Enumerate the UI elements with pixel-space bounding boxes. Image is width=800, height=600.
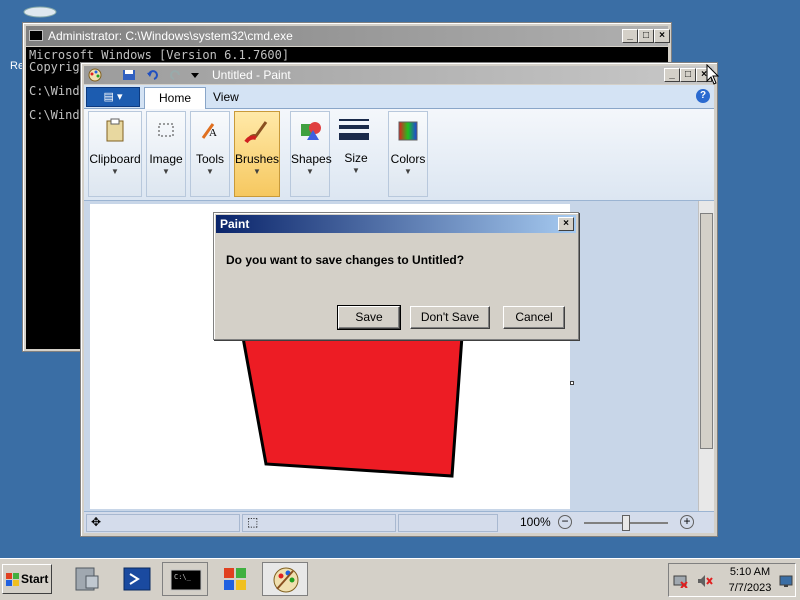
brush-icon [244,121,268,144]
scrollbar-thumb[interactable] [700,213,713,449]
selection-size-icon: ⬚ [242,514,396,532]
zoom-slider-thumb[interactable] [622,515,630,531]
ribbon: Clipboard ▼ Image ▼ A Tools ▼ Brushes ▼ … [84,109,714,201]
colors-label: Colors [390,152,426,166]
shapes-group[interactable]: Shapes ▼ [290,111,332,197]
system-tray: 5:10 AM 7/7/2023 [668,563,796,597]
clipboard-label: Clipboard [89,152,141,166]
zoom-in-button[interactable]: + [680,515,694,529]
paint-titlebar[interactable]: Untitled - Paint _ □ × [84,66,714,84]
powershell-icon[interactable] [114,562,160,596]
size-label: Size [344,151,368,165]
mouse-cursor-icon [706,64,720,85]
clipboard-icon [106,118,124,142]
cmd-title: Administrator: C:\Windows\system32\cmd.e… [48,29,293,43]
chevron-down-icon: ▼ [162,167,170,176]
paint-app-icon [88,68,102,82]
save-changes-dialog[interactable]: Paint × Do you want to save changes to U… [213,212,579,340]
cmd-titlebar[interactable]: Administrator: C:\Windows\system32\cmd.e… [26,26,670,46]
volume-muted-icon[interactable] [697,574,713,588]
colors-icon [398,121,418,141]
taskbar: Start C:\_ 5:10 AM 7/7/2023 [0,558,800,600]
maximize-button[interactable]: □ [680,68,696,82]
clock-time[interactable]: 5:10 AM [725,566,775,578]
paint-menu-button[interactable]: ▤ ▾ [86,87,140,107]
cursor-position-icon: ✥ [86,514,240,532]
minimize-button[interactable]: _ [622,29,638,43]
server-manager-icon[interactable] [64,562,110,596]
paint-taskbar-button[interactable] [262,562,308,596]
dialog-titlebar[interactable]: Paint × [216,215,576,233]
start-button[interactable]: Start [2,564,52,594]
svg-text:C:\_: C:\_ [174,573,192,581]
zoom-out-button[interactable]: − [558,515,572,529]
network-icon[interactable] [673,574,689,588]
tools-label: Tools [195,152,224,166]
shapes-label: Shapes [291,152,332,166]
save-button[interactable]: Save [337,305,401,330]
size-icon [339,119,369,140]
brushes-group[interactable]: Brushes ▼ [234,111,280,197]
status-bar: ✥ ⬚ 100% − + [84,511,714,533]
cancel-button[interactable]: Cancel [503,306,565,329]
ribbon-tab-bar: ▤ ▾ Home View ? [84,85,714,109]
chevron-down-icon: ▼ [352,166,360,175]
zoom-level: 100% [520,515,551,529]
image-label: Image [149,152,183,166]
redo-icon[interactable] [168,69,182,81]
size-group[interactable]: Size ▼ [334,111,378,197]
windows-explorer-icon[interactable] [212,562,258,596]
show-desktop-icon[interactable] [779,574,793,588]
help-icon[interactable]: ? [696,89,710,103]
chevron-down-icon: ▼ [206,167,214,176]
undo-icon[interactable] [146,69,160,81]
close-button[interactable]: × [558,217,574,231]
chevron-down-icon: ▼ [404,167,412,176]
tab-home[interactable]: Home [144,87,207,109]
maximize-button[interactable]: □ [638,29,654,43]
close-button[interactable]: × [654,29,670,43]
dont-save-button[interactable]: Don't Save [410,306,490,329]
vertical-scrollbar[interactable] [698,201,714,511]
paint-title: Untitled - Paint [212,68,291,82]
chevron-down-icon: ▼ [306,167,314,176]
colors-group[interactable]: Colors ▼ [388,111,428,197]
shapes-icon [301,122,321,140]
status-cell [398,514,498,532]
dialog-message: Do you want to save changes to Untitled? [226,253,465,267]
tools-group[interactable]: A Tools ▼ [190,111,230,197]
chevron-down-icon: ▼ [111,167,119,176]
image-group[interactable]: Image ▼ [146,111,186,197]
windows-logo-icon [6,573,19,586]
save-icon[interactable] [122,69,136,81]
select-icon [158,123,174,137]
console-line: Microsoft Windows [Version 6.1.7600] [29,48,290,62]
start-label: Start [21,572,49,586]
chevron-down-icon: ▼ [253,167,261,176]
svg-text:A: A [209,127,217,139]
cmd-taskbar-button[interactable]: C:\_ [162,562,208,596]
brushes-label: Brushes [235,152,280,166]
dialog-title: Paint [220,217,250,231]
tab-view[interactable]: View [199,87,253,109]
recycle-bin-icon[interactable] [20,6,60,22]
customize-quick-access-icon[interactable] [188,69,202,81]
canvas-resize-handle[interactable] [570,381,574,385]
clipboard-group[interactable]: Clipboard ▼ [88,111,142,197]
cmd-icon [29,30,43,41]
tools-icon: A [201,123,217,139]
minimize-button[interactable]: _ [664,68,680,82]
clock-date[interactable]: 7/7/2023 [725,582,775,594]
